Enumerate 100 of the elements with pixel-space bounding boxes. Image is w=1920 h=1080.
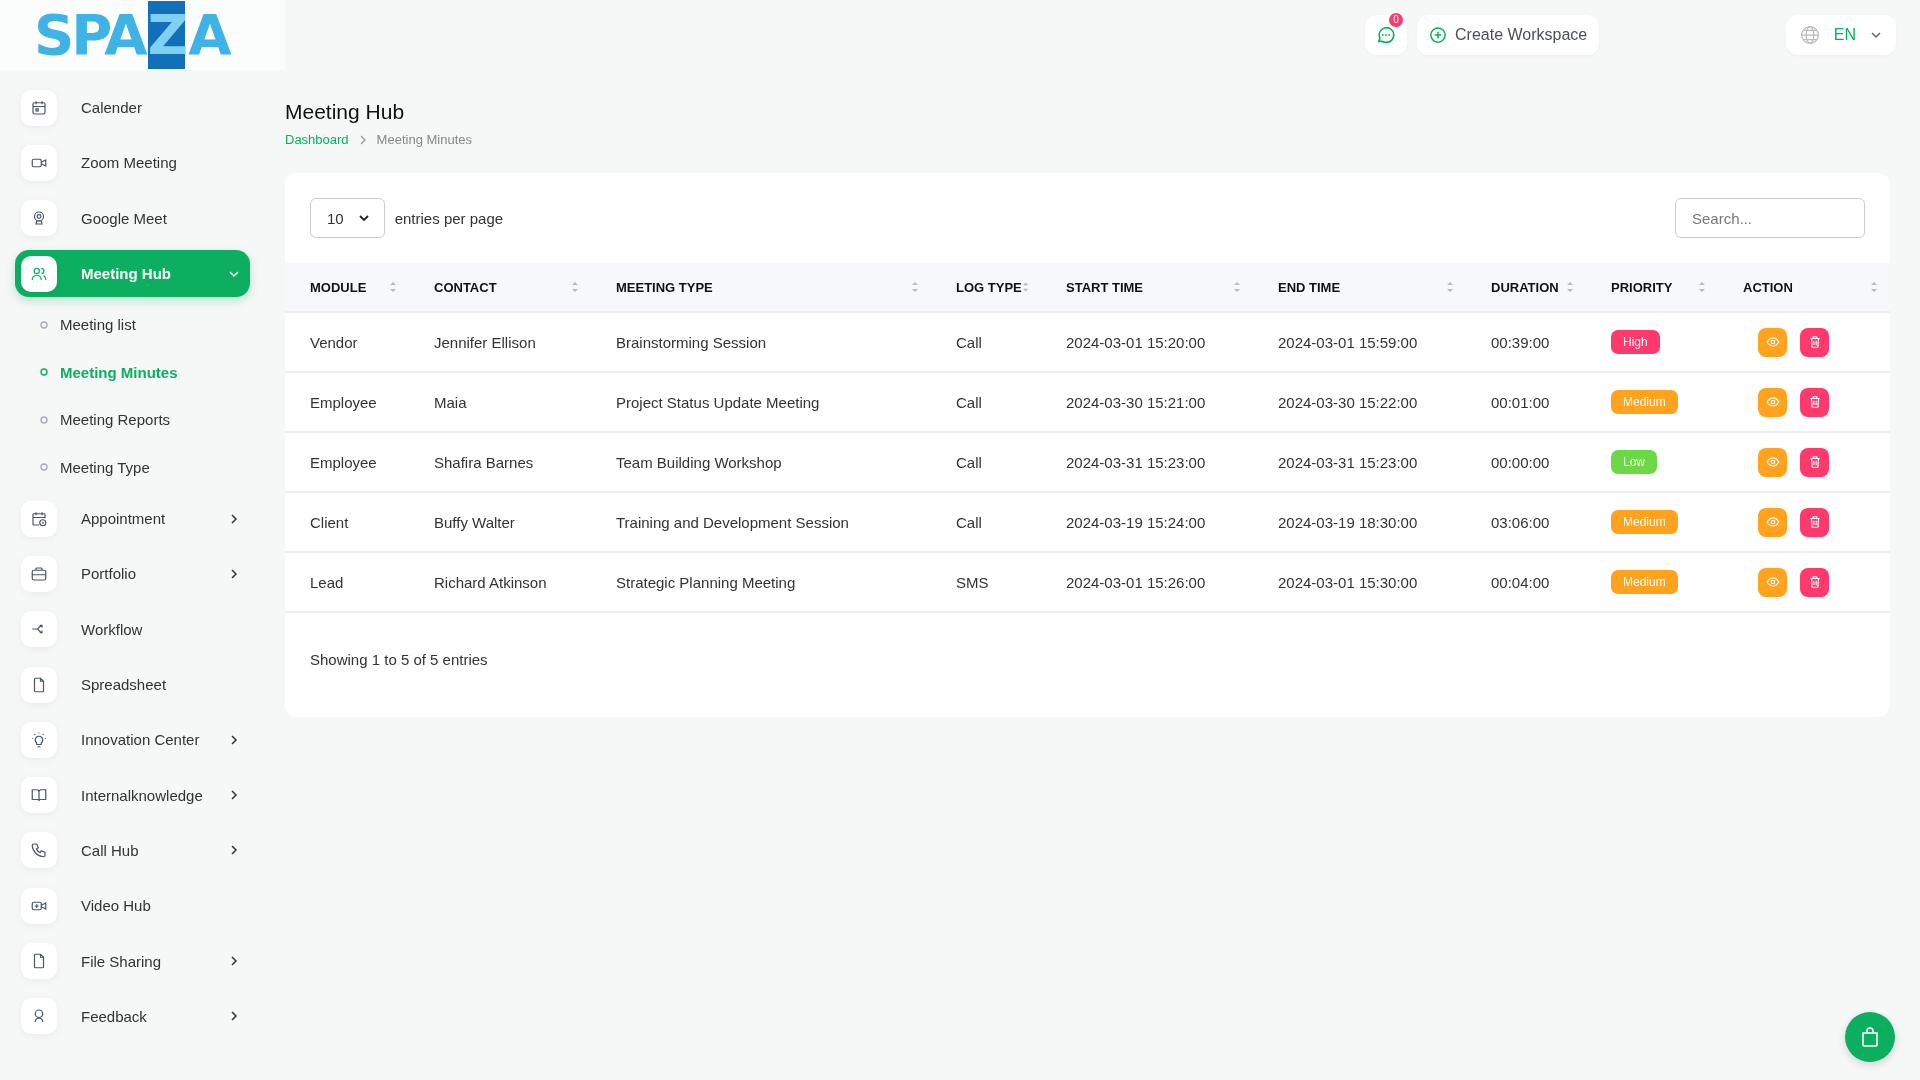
column-header[interactable]: START TIME — [1066, 279, 1144, 295]
sort-icon[interactable] — [911, 280, 919, 294]
chevron-right-icon — [228, 1010, 240, 1023]
sidebar-item[interactable]: Feedback — [15, 992, 250, 1041]
submenu-item[interactable]: Meeting list — [15, 305, 250, 345]
cart-button[interactable] — [1845, 1012, 1895, 1062]
eye-icon — [1765, 455, 1780, 469]
sort-icon[interactable] — [389, 280, 397, 294]
view-button[interactable] — [1758, 507, 1787, 537]
table-cell-text: Call — [955, 453, 983, 471]
sidebar-item[interactable]: Video Hub — [15, 882, 250, 930]
table-cell-text: 2024-03-01 15:20:00 — [1065, 333, 1207, 351]
eye-icon — [1765, 575, 1780, 589]
sort-icon[interactable] — [1446, 280, 1454, 294]
bullet-icon — [40, 320, 48, 329]
submenu-item[interactable]: Meeting Reports — [15, 400, 250, 440]
sort-icon[interactable] — [571, 280, 579, 294]
bullet-icon — [40, 415, 48, 424]
table-cell-text: Call — [955, 393, 983, 411]
create-workspace-button[interactable]: Create Workspace — [1417, 15, 1600, 55]
calendar-icon — [30, 98, 48, 117]
table-cell-text: Maia — [433, 393, 468, 411]
table-cell-text: Call — [955, 333, 983, 351]
view-button[interactable] — [1758, 567, 1787, 597]
priority-tag: Medium — [1611, 570, 1678, 594]
delete-button[interactable] — [1800, 327, 1829, 357]
column-header[interactable]: ACTION — [1743, 279, 1793, 295]
bullet-icon — [40, 463, 48, 472]
globe-icon — [1799, 25, 1820, 45]
table-cell-text: Employee — [309, 393, 378, 411]
table-cell-text: Training and Development Session — [615, 513, 850, 531]
sidebar-item[interactable]: Innovation Center — [15, 716, 250, 764]
table-cell-text: 2024-03-01 15:30:00 — [1277, 573, 1419, 591]
table-cell-text: Richard Atkinson — [433, 573, 548, 591]
breadcrumb-current: Meeting Minutes — [376, 132, 472, 147]
page-title: Meeting Hub — [285, 100, 406, 124]
table-cell-text: Vendor — [309, 333, 359, 351]
calendar-clock-icon — [30, 509, 48, 528]
delete-button[interactable] — [1800, 447, 1829, 477]
entries-per-page-select[interactable]: 10 — [310, 198, 385, 238]
trash-icon — [1807, 335, 1822, 349]
sidebar-item[interactable]: Call Hub — [15, 826, 250, 875]
table-cell-text: 2024-03-30 15:21:00 — [1065, 393, 1207, 411]
table-cell-text: Client — [309, 513, 350, 531]
view-button[interactable] — [1758, 387, 1787, 417]
column-header[interactable]: END TIME — [1278, 279, 1341, 295]
column-header[interactable]: MEETING TYPE — [616, 279, 713, 295]
search-field[interactable]: Search... — [1675, 198, 1865, 238]
column-header[interactable]: PRIORITY — [1611, 279, 1673, 295]
sort-icon[interactable] — [1566, 280, 1574, 294]
sidebar-item[interactable]: Appointment — [15, 494, 250, 543]
delete-button[interactable] — [1800, 387, 1829, 417]
submenu-item[interactable]: Meeting Type — [15, 447, 250, 487]
priority-tag: Low — [1611, 450, 1657, 474]
table-cell-text: 03:06:00 — [1490, 513, 1551, 531]
delete-button[interactable] — [1800, 507, 1829, 537]
table-cell-text: SMS — [955, 573, 990, 591]
sort-icon[interactable] — [1870, 280, 1878, 294]
sidebar-item[interactable]: Spreadsheet — [15, 660, 250, 709]
chevron-right-icon — [228, 567, 240, 580]
eye-icon — [1765, 395, 1780, 409]
sort-icon[interactable] — [1698, 280, 1706, 294]
table-cell-text: 2024-03-19 15:24:00 — [1065, 513, 1207, 531]
sidebar-item[interactable]: File Sharing — [15, 937, 250, 985]
sort-icon[interactable] — [1021, 280, 1029, 294]
chevron-right-icon — [358, 134, 367, 145]
column-header[interactable]: DURATION — [1491, 279, 1559, 295]
table-cell-text: Project Status Update Meeting — [615, 393, 821, 411]
bullet-icon — [40, 368, 48, 377]
table-cell-text: Jennifer Ellison — [433, 333, 537, 351]
column-header[interactable]: MODULE — [310, 279, 367, 295]
table-cell-text: 2024-03-01 15:59:00 — [1277, 333, 1419, 351]
delete-button[interactable] — [1800, 567, 1829, 597]
priority-tag: High — [1611, 330, 1660, 354]
sidebar-item[interactable]: Calender — [15, 84, 250, 132]
table-cell-text: Strategic Planning Meeting — [615, 573, 797, 591]
chevron-right-icon — [228, 789, 240, 802]
table-cell-text: 2024-03-19 18:30:00 — [1277, 513, 1419, 531]
trash-icon — [1807, 455, 1822, 469]
sidebar-item[interactable]: Internalknowledge — [15, 771, 250, 819]
column-header[interactable]: LOG TYPE — [956, 279, 1022, 295]
table-cell-text: Buffy Walter — [433, 513, 516, 531]
chevron-right-icon — [228, 733, 240, 746]
sidebar-item[interactable]: Workflow — [15, 605, 250, 653]
table-cell-text: 00:01:00 — [1490, 393, 1551, 411]
sidebar-item[interactable]: Portfolio — [15, 550, 250, 598]
table-cell-text: 2024-03-31 15:23:00 — [1065, 453, 1207, 471]
table-cell-text: Employee — [309, 453, 378, 471]
briefcase-icon — [30, 564, 48, 583]
sidebar-item[interactable]: Google Meet — [15, 194, 250, 242]
sidebar-item[interactable]: Zoom Meeting — [15, 139, 250, 187]
sort-icon[interactable] — [1233, 280, 1241, 294]
trash-icon — [1807, 395, 1822, 409]
chevron-down-icon — [357, 212, 370, 224]
table-cell-text: Shafira Barnes — [433, 453, 535, 471]
entries-per-page-label: entries per page — [394, 209, 504, 227]
priority-tag: Medium — [1611, 390, 1678, 414]
column-header[interactable]: CONTACT — [434, 279, 497, 295]
view-button[interactable] — [1758, 327, 1787, 357]
view-button[interactable] — [1758, 447, 1787, 477]
